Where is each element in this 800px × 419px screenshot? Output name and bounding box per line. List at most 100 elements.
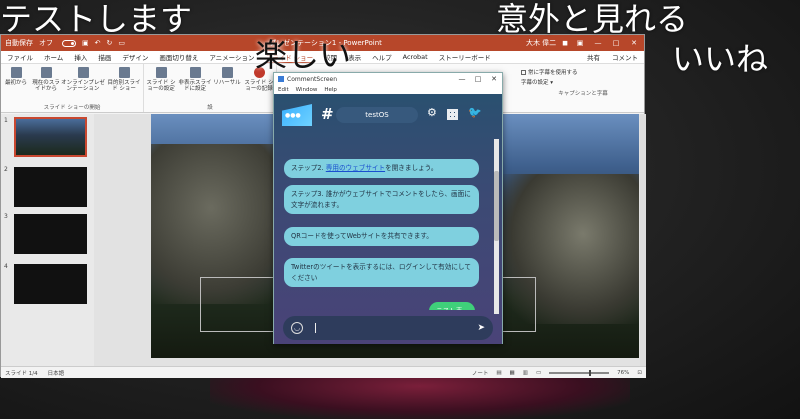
emoji-icon[interactable]: ◡ [291, 322, 303, 334]
chevron-down-icon: ▾ [550, 80, 554, 87]
qr-code-icon[interactable] [447, 109, 458, 120]
comment-button[interactable]: コメント [612, 52, 638, 62]
slideshow-start-icon [10, 67, 22, 78]
overlay-comment: 意外と見れる [496, 0, 689, 38]
message-list: ステップ2. 専用のウェブサイトを開きましょう。 ステップ3. 誰かがウェブサイ… [284, 140, 489, 310]
menu-help[interactable]: Help [324, 87, 337, 93]
text-caret [315, 323, 316, 333]
avatar[interactable]: ◼ [562, 39, 568, 47]
slide-thumbnail-4[interactable] [14, 264, 87, 304]
overlay-comment: いいね [672, 40, 769, 78]
tab-transitions[interactable]: 画面切り替え [159, 52, 198, 62]
from-current-button[interactable]: 現在のスライドから [31, 64, 61, 103]
caption-group-label: キャプションと字幕 [558, 90, 608, 97]
slide-number: 2 [4, 166, 8, 173]
language-indicator: 日本語 [47, 370, 65, 377]
redo-icon[interactable]: ↻ [107, 39, 113, 47]
reading-view-icon[interactable]: ▥ [523, 370, 528, 376]
menu-edit[interactable]: Edit [278, 87, 289, 93]
window-title: CommentScreen [287, 75, 338, 83]
brand-logo: ●●● [282, 104, 312, 126]
twitter-icon[interactable]: 🐦 [468, 106, 482, 119]
message-bubble: Twitterのツイートを表示するには、ログインして有効にしてください [284, 258, 479, 288]
hide-slide-button[interactable]: 非表示スライドに設定 [178, 64, 212, 103]
tab-file[interactable]: ファイル [7, 52, 33, 62]
tab-storyboard[interactable]: ストーリーボード [439, 52, 491, 62]
zoom-slider[interactable] [549, 369, 610, 376]
slide-number: 1 [4, 117, 8, 124]
room-name[interactable]: testOS [336, 107, 418, 123]
zoom-level: 76% [617, 369, 630, 376]
minimize-icon[interactable]: — [592, 39, 604, 47]
tab-design[interactable]: デザイン [122, 52, 148, 62]
send-icon[interactable]: ➤ [477, 323, 485, 333]
slide-thumbnail-2[interactable] [14, 167, 87, 207]
message-bubble: ステップ3. 誰かがウェブサイトでコメントをしたら、画面に文字が流れます。 [284, 185, 479, 215]
notes-button[interactable]: ノート [472, 369, 489, 377]
message-bubble-self: テスト表示 [429, 302, 475, 310]
maximize-icon[interactable]: □ [470, 75, 486, 83]
app-logo-icon [278, 76, 284, 82]
message-bubble: QRコードを使ってWebサイトを共有できます。 [284, 227, 479, 246]
fit-slide-icon[interactable]: ⊡ [637, 370, 642, 376]
caption-settings-option[interactable]: 字幕の設定 ▾ [521, 78, 645, 88]
setup-icon [155, 67, 167, 78]
commentscreen-window: CommentScreen — □ ✕ Edit Window Help ●●●… [273, 72, 503, 344]
tab-insert[interactable]: 挿入 [74, 52, 87, 62]
undo-icon[interactable]: ↶ [95, 39, 101, 47]
online-icon [77, 67, 89, 78]
message-bubble: ステップ2. 専用のウェブサイトを開きましょう。 [284, 159, 479, 178]
tab-draw[interactable]: 描画 [98, 52, 111, 62]
ribbon-group-label-setup: 設 [207, 105, 213, 111]
tab-animations[interactable]: アニメーション [209, 52, 254, 62]
background-glow [210, 372, 630, 419]
custom-show-icon [118, 67, 130, 78]
slide-number: 3 [4, 213, 8, 220]
ribbon-display-icon[interactable]: ▣ [574, 39, 586, 47]
online-present-button[interactable]: オンラインプレゼンテーション [61, 64, 105, 103]
always-caption-option[interactable]: 常に字幕を使用する [521, 68, 645, 78]
share-button[interactable]: 共有 [587, 52, 600, 62]
close-icon[interactable]: ✕ [486, 75, 502, 83]
tab-home[interactable]: ホーム [44, 52, 63, 62]
commentscreen-body: ●●● # testOS ⚙ 🐦 ステップ2. 専用のウェブサイトを開きましょう… [274, 94, 502, 344]
close-icon[interactable]: ✕ [628, 39, 640, 47]
normal-view-icon[interactable]: ▤ [496, 370, 501, 376]
tab-help[interactable]: ヘルプ [372, 52, 392, 62]
slide-thumbnail-1[interactable] [14, 117, 87, 157]
menu-window[interactable]: Window [296, 87, 318, 93]
minimize-icon[interactable]: — [454, 75, 470, 83]
autosave-toggle[interactable] [62, 39, 76, 47]
slideshow-view-icon[interactable]: ▭ [536, 370, 541, 376]
tab-acrobat[interactable]: Acrobat [403, 53, 428, 61]
setup-button[interactable]: スライド ショーの設定 [144, 64, 178, 103]
present-icon[interactable]: ▭ [118, 39, 125, 47]
ribbon-group-label: スライド ショーの開始 [43, 105, 101, 111]
slide-counter: スライド 1/4 [5, 370, 38, 377]
from-start-button[interactable]: 最初から [1, 64, 31, 103]
message-scrollbar[interactable] [494, 139, 499, 314]
slide-number: 4 [4, 263, 8, 270]
comment-input[interactable]: ◡ ➤ [283, 316, 493, 340]
hash-icon: # [321, 105, 334, 123]
slide-thumbnail-3[interactable] [14, 214, 87, 254]
sorter-view-icon[interactable]: ▦ [510, 370, 515, 376]
rehearse-icon [221, 67, 233, 78]
gear-icon[interactable]: ⚙ [427, 106, 437, 119]
status-bar: スライド 1/4 日本語 ノート ▤ ▦ ▥ ▭ 76% ⊡ [1, 366, 646, 378]
rehearse-button[interactable]: リハーサル [212, 64, 242, 103]
ribbon-group-start: 最初から 現在のスライドから オンラインプレゼンテーション 目的別スライド ショ… [1, 64, 144, 112]
room-header: ●●● # testOS ⚙ 🐦 [274, 94, 502, 134]
checkbox[interactable] [521, 70, 526, 75]
slide-thumbnails: 1 2 3 4 [1, 114, 94, 366]
vertical-scrollbar[interactable] [640, 114, 646, 366]
overlay-comment: 楽しい [255, 36, 352, 74]
maximize-icon[interactable]: □ [610, 39, 622, 47]
menu-bar: Edit Window Help [274, 85, 502, 94]
save-icon[interactable]: ▣ [82, 39, 89, 47]
scrollbar-thumb[interactable] [494, 171, 499, 241]
custom-show-button[interactable]: 目的別スライド ショー [105, 64, 143, 103]
hide-slide-icon [189, 67, 201, 78]
slideshow-current-icon [40, 67, 52, 78]
website-link[interactable]: 専用のウェブサイト [326, 164, 385, 172]
